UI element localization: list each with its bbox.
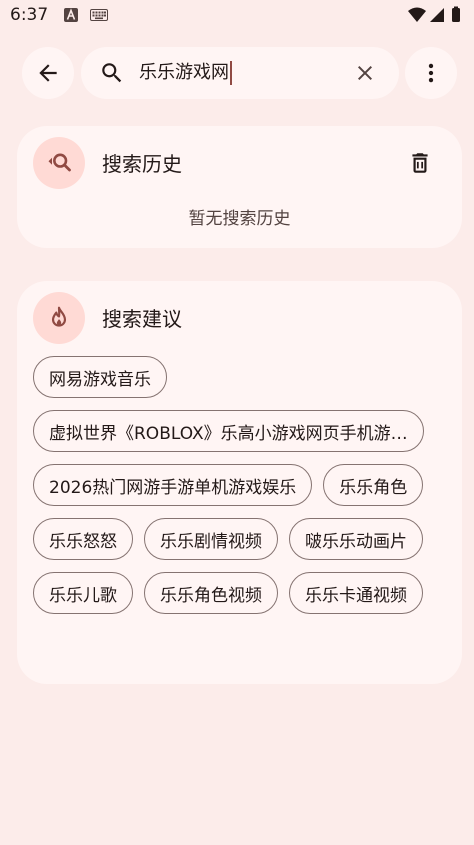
suggestion-chip[interactable]: 乐乐怒怒 — [33, 518, 133, 560]
suggest-icon-container — [33, 292, 85, 344]
suggestion-chip[interactable]: 啵乐乐动画片 — [289, 518, 423, 560]
close-icon[interactable] — [353, 61, 377, 85]
search-icon — [102, 63, 122, 83]
suggestion-chip[interactable]: 网易游戏音乐 — [33, 356, 167, 398]
suggestion-chip-group: 网易游戏音乐 虚拟世界《ROBLOX》乐高小游戏网页手机游… 2026热门网游手… — [33, 356, 451, 614]
text-cursor — [230, 61, 232, 85]
search-query-text: 乐乐游戏网 — [139, 62, 229, 83]
keyboard-icon — [90, 9, 108, 21]
status-bar: 6:37 — [0, 0, 474, 32]
suggestion-chip-label: 乐乐角色视频 — [160, 585, 262, 606]
suggestions-title: 搜索建议 — [102, 307, 182, 331]
suggestion-chip-label: 虚拟世界《ROBLOX》乐高小游戏网页手机游… — [49, 423, 408, 444]
suggestion-chip-label: 乐乐儿歌 — [49, 585, 117, 606]
suggestion-chip[interactable]: 虚拟世界《ROBLOX》乐高小游戏网页手机游… — [33, 410, 424, 452]
suggestion-chip-label: 乐乐卡通视频 — [305, 585, 407, 606]
search-suggestions-card: 搜索建议 网易游戏音乐 虚拟世界《ROBLOX》乐高小游戏网页手机游… 2026… — [17, 281, 462, 684]
history-title: 搜索历史 — [102, 152, 182, 176]
more-vert-icon — [428, 63, 434, 83]
status-time: 6:37 — [10, 5, 49, 25]
arrow-back-icon — [39, 64, 57, 82]
suggestion-chip-label: 啵乐乐动画片 — [305, 531, 407, 552]
suggestion-chip[interactable]: 乐乐卡通视频 — [289, 572, 423, 614]
notification-a-icon — [64, 8, 78, 22]
suggestion-chip-label: 2026热门网游手游单机游戏娱乐 — [49, 477, 297, 498]
search-history-card: 搜索历史 暂无搜索历史 — [17, 126, 462, 248]
suggestion-chip[interactable]: 2026热门网游手游单机游戏娱乐 — [33, 464, 313, 506]
suggestion-chip[interactable]: 乐乐角色视频 — [144, 572, 278, 614]
back-button[interactable] — [22, 47, 74, 99]
delete-icon[interactable] — [407, 150, 433, 176]
search-field[interactable]: 乐乐游戏网 — [81, 47, 399, 99]
history-empty-text: 暂无搜索历史 — [188, 209, 291, 229]
wifi-signal-battery-icons — [408, 6, 460, 22]
manage-search-icon — [48, 153, 71, 172]
suggestion-chip[interactable]: 乐乐角色 — [323, 464, 424, 506]
suggestion-chip[interactable]: 乐乐儿歌 — [33, 572, 133, 614]
suggestion-chip-label: 乐乐角色 — [339, 477, 408, 498]
suggestion-chip-label: 乐乐怒怒 — [49, 531, 117, 552]
fire-icon — [51, 306, 67, 327]
suggestion-chip[interactable]: 乐乐剧情视频 — [144, 518, 278, 560]
history-icon-container — [33, 137, 85, 189]
suggestion-chip-label: 网易游戏音乐 — [49, 369, 151, 390]
search-input[interactable]: 乐乐游戏网 — [139, 61, 232, 85]
more-options-button[interactable] — [405, 47, 457, 99]
suggestion-chip-label: 乐乐剧情视频 — [160, 531, 262, 552]
